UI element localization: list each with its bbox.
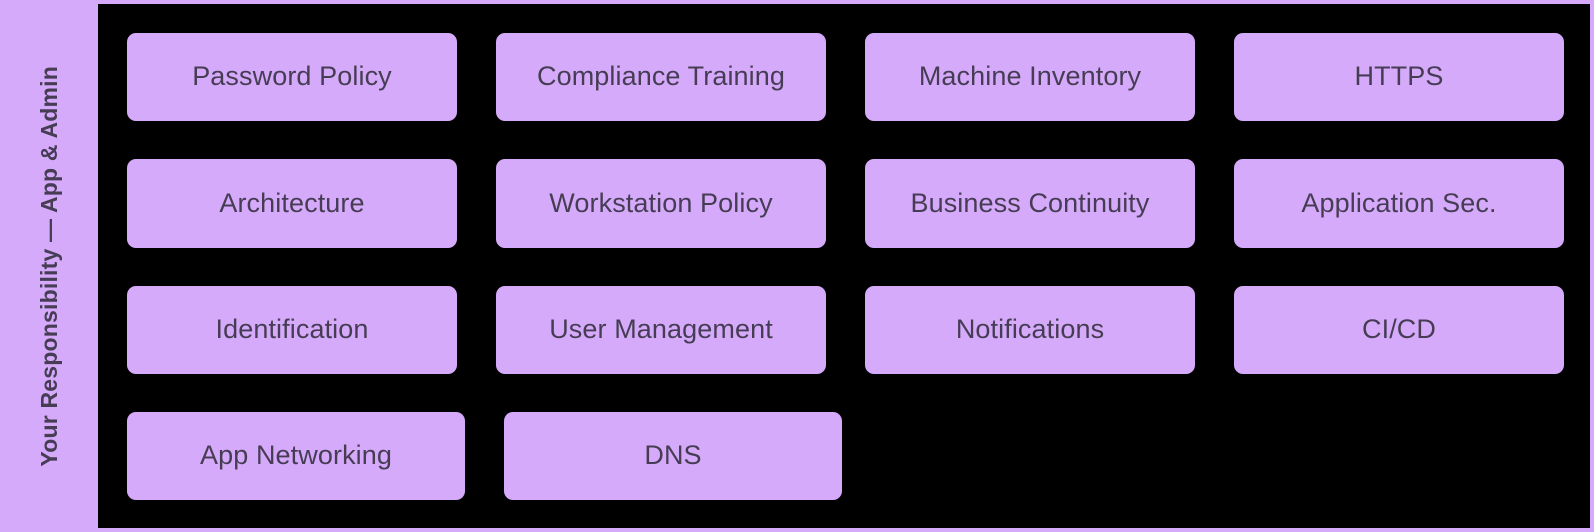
matrix-card-business-continuity[interactable]: Business Continuity [865, 159, 1195, 248]
matrix-row: Architecture Workstation Policy Business… [127, 159, 1564, 248]
matrix-card-label: HTTPS [1354, 61, 1444, 92]
matrix-card-machine-inventory[interactable]: Machine Inventory [865, 33, 1195, 122]
matrix-card-user-management[interactable]: User Management [496, 285, 826, 374]
matrix-card-ci-cd[interactable]: CI/CD [1234, 285, 1564, 374]
sidebar-vertical-label: Your Responsibility — App & Admin [35, 65, 62, 467]
matrix-card-label: CI/CD [1362, 313, 1436, 344]
matrix-card-label: Application Sec. [1301, 187, 1497, 218]
matrix-row: Identification User Management Notificat… [127, 285, 1564, 374]
matrix-card-label: Password Policy [192, 61, 392, 92]
matrix-card-label: Architecture [219, 187, 365, 218]
matrix-card-notifications[interactable]: Notifications [865, 285, 1195, 374]
matrix-card-https[interactable]: HTTPS [1234, 33, 1564, 122]
matrix-card-app-networking[interactable]: App Networking [127, 411, 465, 500]
matrix-card-identification[interactable]: Identification [127, 285, 457, 374]
matrix-row: App Networking DNS [127, 411, 1564, 500]
sidebar-responsibility-rail: Your Responsibility — App & Admin [0, 0, 98, 532]
matrix-card-workstation-policy[interactable]: Workstation Policy [496, 159, 826, 248]
matrix-card-architecture[interactable]: Architecture [127, 159, 457, 248]
matrix-empty-slot [881, 412, 1203, 500]
matrix-card-label: Workstation Policy [549, 187, 773, 218]
matrix-card-label: Notifications [955, 313, 1105, 344]
matrix-row: Password Policy Compliance Training Mach… [127, 33, 1564, 122]
matrix-card-label: Business Continuity [910, 187, 1150, 218]
matrix-card-label: App Networking [200, 440, 392, 471]
matrix-card-compliance-training[interactable]: Compliance Training [496, 33, 826, 122]
matrix-card-label: Identification [215, 313, 369, 344]
matrix-card-password-policy[interactable]: Password Policy [127, 33, 457, 122]
matrix-card-label: Compliance Training [536, 61, 786, 92]
matrix-empty-slot [1242, 412, 1564, 500]
matrix-card-label: DNS [644, 440, 702, 471]
matrix-card-label: User Management [549, 313, 773, 344]
responsibility-matrix-screen: Your Responsibility — App & Admin Passwo… [0, 0, 1594, 532]
matrix-card-application-sec[interactable]: Application Sec. [1234, 159, 1564, 248]
matrix-card-dns[interactable]: DNS [504, 411, 842, 500]
matrix-card-label: Machine Inventory [918, 61, 1142, 92]
matrix-panel: Password Policy Compliance Training Mach… [98, 0, 1594, 532]
